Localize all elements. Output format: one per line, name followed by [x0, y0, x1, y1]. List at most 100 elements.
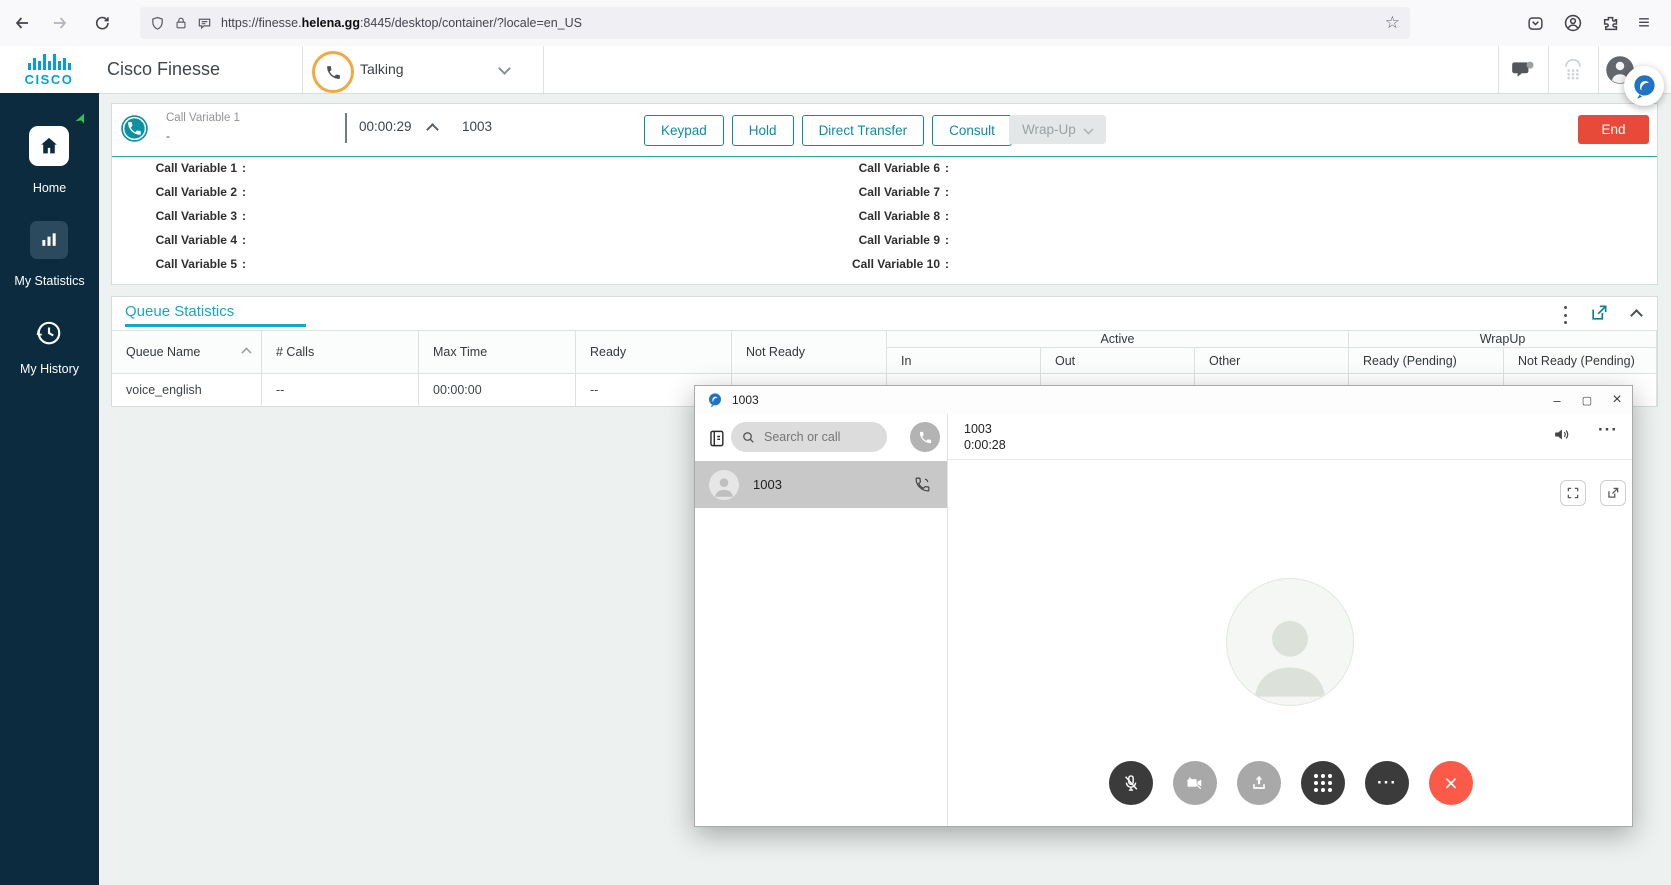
pane-separator	[948, 459, 1632, 460]
softphone-contact-pane: 1003	[695, 414, 948, 826]
back-button[interactable]	[6, 7, 38, 39]
home-icon	[29, 126, 69, 166]
search-bar[interactable]	[731, 422, 887, 452]
active-tab-underline	[125, 324, 306, 327]
call-variable-value: -	[166, 129, 170, 143]
search-input[interactable]	[762, 429, 876, 445]
statistics-icon	[30, 221, 68, 259]
softphone-titlebar[interactable]: 1003 – ▢ ×	[695, 386, 1632, 414]
app-title: Cisco Finesse	[107, 46, 220, 93]
permissions-icon[interactable]	[197, 16, 212, 31]
table-cell-calls: --	[262, 374, 419, 406]
sub-header: Other	[1195, 348, 1349, 374]
consult-button[interactable]: Consult	[932, 115, 1012, 146]
contact-list-item[interactable]: 1003	[695, 461, 947, 508]
group-header-wrapup: WrapUp	[1349, 331, 1657, 348]
call-variable-row: Call Variable 1:	[112, 161, 246, 181]
call-timer: 00:00:29	[359, 119, 412, 134]
url-prefix: https://finesse.	[221, 16, 302, 30]
search-icon	[742, 431, 755, 444]
lock-icon	[174, 16, 188, 30]
popout-icon	[1606, 486, 1620, 500]
sub-header: Not Ready (Pending)	[1504, 348, 1657, 374]
refresh-button[interactable]	[86, 7, 118, 39]
url-suffix: :8445/desktop/container/?locale=en_US	[360, 16, 582, 30]
refresh-icon	[94, 15, 110, 31]
cisco-logo-word: CISCO	[18, 72, 80, 87]
speaker-icon[interactable]	[1552, 425, 1571, 444]
extensions-puzzle-icon[interactable]	[1596, 9, 1624, 37]
bookmark-star-icon[interactable]: ☆	[1385, 13, 1400, 33]
fullscreen-button[interactable]	[1560, 480, 1586, 506]
popout-video-button[interactable]	[1600, 480, 1626, 506]
table-cell-queue-name: voice_english	[112, 374, 262, 406]
more-options-icon[interactable]: ···	[1598, 420, 1618, 440]
call-search-button[interactable]	[910, 422, 940, 452]
jabber-floating-icon[interactable]	[1624, 66, 1664, 106]
popout-icon[interactable]	[1589, 303, 1609, 323]
sidebar: Home My Statistics My History	[0, 93, 99, 885]
queue-statistics-tab[interactable]: Queue Statistics	[125, 303, 234, 320]
active-call-icon	[120, 114, 149, 143]
call-variable-row: Call Variable 4:	[112, 233, 246, 253]
column-header-queue-name[interactable]: Queue Name	[112, 331, 262, 374]
call-variable-row: Call Variable 9:	[815, 233, 949, 253]
phonebook-icon[interactable]	[707, 428, 726, 449]
account-icon[interactable]	[1559, 9, 1587, 37]
chevron-down-icon	[498, 62, 511, 75]
url-text: https://finesse.helena.gg:8445/desktop/c…	[221, 16, 1376, 30]
video-button[interactable]	[1173, 761, 1217, 805]
share-screen-button[interactable]	[1237, 761, 1281, 805]
hold-button[interactable]: Hold	[732, 115, 794, 146]
collapse-call-info-icon[interactable]	[426, 123, 439, 136]
dialpad-icon[interactable]	[1554, 46, 1592, 93]
sort-ascending-icon	[241, 347, 251, 357]
shield-icon	[150, 16, 165, 31]
direct-transfer-button[interactable]: Direct Transfer	[802, 115, 925, 146]
forward-button[interactable]	[44, 7, 76, 39]
cisco-logo-bars	[18, 53, 80, 70]
agent-state-label: Talking	[360, 46, 404, 93]
active-call-phone-icon	[914, 476, 931, 493]
keypad-button[interactable]	[1301, 761, 1345, 805]
softphone-window: 1003 – ▢ ×	[694, 385, 1633, 827]
share-icon	[1249, 773, 1269, 793]
close-button[interactable]: ×	[1602, 386, 1632, 414]
chat-icon[interactable]	[1504, 46, 1542, 93]
collapse-gadget-icon[interactable]	[1630, 309, 1643, 322]
contact-name: 1003	[753, 477, 782, 492]
sidebar-item-label: Home	[0, 181, 99, 195]
video-off-icon	[1185, 773, 1205, 793]
call-action-buttons: Keypad Hold Direct Transfer Consult	[644, 115, 1012, 146]
softphone-window-title: 1003	[732, 393, 759, 407]
history-icon	[30, 314, 68, 352]
call-duration: 0:00:28	[964, 438, 1006, 452]
pocket-icon[interactable]	[1521, 9, 1549, 37]
call-controls: ··· ×	[1109, 761, 1473, 805]
minimize-button[interactable]: –	[1542, 386, 1572, 414]
sub-header: In	[887, 348, 1041, 374]
keypad-button[interactable]: Keypad	[644, 115, 724, 146]
sub-header: Out	[1041, 348, 1195, 374]
screen: https://finesse.helena.gg:8445/desktop/c…	[0, 0, 1671, 885]
sidebar-item-label: My Statistics	[0, 274, 99, 288]
jabber-icon	[707, 392, 723, 408]
mute-microphone-button[interactable]	[1109, 761, 1153, 805]
call-info-separator	[112, 156, 1657, 157]
kebab-menu-icon[interactable]	[1558, 306, 1572, 324]
url-bar[interactable]: https://finesse.helena.gg:8445/desktop/c…	[140, 7, 1410, 39]
softphone-body: 1003 1003 0:00:28 ···	[695, 414, 1632, 826]
end-call-button[interactable]: End	[1578, 115, 1649, 144]
sidebar-item-label: My History	[0, 362, 99, 376]
column-header: Ready	[576, 331, 732, 374]
menu-button[interactable]: ≡	[1630, 9, 1658, 37]
more-actions-button[interactable]: ···	[1365, 761, 1409, 805]
maximize-button[interactable]: ▢	[1572, 386, 1602, 414]
contact-avatar	[709, 470, 739, 500]
remote-party-avatar	[1226, 578, 1354, 706]
call-party-name: 1003	[964, 422, 992, 436]
call-variable-label: Call Variable 1	[166, 112, 240, 124]
end-call-button[interactable]: ×	[1429, 761, 1473, 805]
pin-icon	[74, 113, 87, 126]
wrapup-button[interactable]: Wrap-Up	[1009, 115, 1106, 144]
